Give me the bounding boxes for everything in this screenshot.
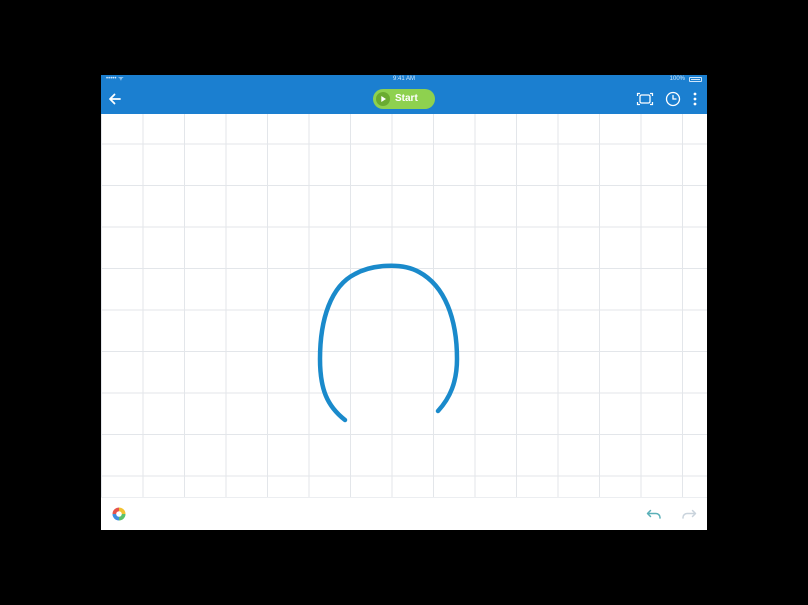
back-arrow-icon[interactable] (107, 91, 123, 107)
redo-icon[interactable] (681, 508, 697, 520)
play-icon (376, 92, 390, 106)
app-toolbar: Start (101, 84, 707, 114)
status-time: 9:41 AM (392, 76, 415, 82)
app-window: ••••• ᯤ 9:41 AM 100% Start (101, 75, 707, 530)
drawing-canvas[interactable] (101, 114, 707, 497)
color-palette-icon[interactable] (111, 506, 127, 522)
more-vertical-icon[interactable] (691, 91, 699, 107)
battery-icon (689, 77, 702, 82)
battery-percent: 100% (669, 76, 685, 82)
record-frame-icon[interactable] (636, 91, 654, 107)
bottom-toolbar (101, 497, 707, 530)
status-bar: ••••• ᯤ 9:41 AM 100% (101, 75, 707, 84)
undo-icon[interactable] (646, 508, 662, 520)
clock-icon[interactable] (664, 90, 682, 108)
drawn-stroke (317, 263, 460, 423)
start-button[interactable]: Start (373, 89, 435, 109)
start-button-label: Start (395, 93, 418, 104)
